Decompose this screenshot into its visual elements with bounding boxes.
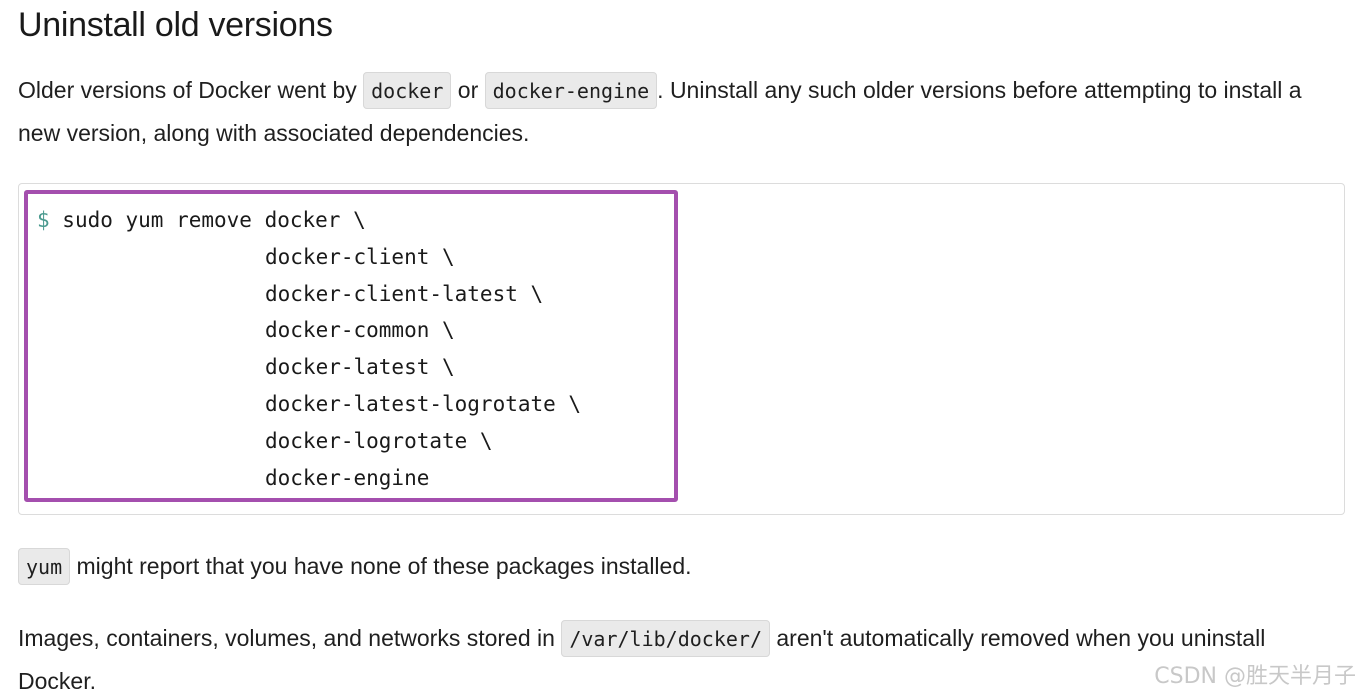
code-line: docker-logrotate \: [37, 423, 581, 460]
code-continuation: docker-common \: [265, 318, 455, 343]
section-heading: Uninstall old versions: [18, 6, 333, 44]
inline-code-yum: yum: [18, 548, 71, 585]
code-line: docker-common \: [37, 312, 581, 349]
inline-code-docker-engine: docker-engine: [484, 72, 658, 109]
code-command: sudo yum remove docker \: [49, 208, 366, 232]
intro-paragraph: Older versions of Docker went by docker …: [18, 69, 1348, 154]
code-continuation: docker-latest \: [265, 355, 455, 380]
storage-note-paragraph: Images, containers, volumes, and network…: [18, 617, 1328, 698]
code-line: docker-client \: [37, 239, 581, 276]
code-line: $ sudo yum remove docker \: [37, 202, 581, 239]
code-lines[interactable]: $ sudo yum remove docker \ docker-client…: [37, 202, 581, 496]
code-continuation: docker-logrotate \: [265, 428, 493, 453]
intro-text-before: Older versions of Docker went by: [18, 77, 364, 103]
code-continuation: docker-client-latest \: [265, 281, 544, 306]
yum-note-text: might report that you have none of these…: [70, 553, 692, 579]
code-line: docker-client-latest \: [37, 276, 581, 313]
shell-prompt: $: [37, 208, 50, 232]
storage-text-before: Images, containers, volumes, and network…: [18, 625, 562, 651]
inline-code-docker: docker: [363, 72, 452, 109]
code-line: docker-latest-logrotate \: [37, 386, 581, 423]
code-line: docker-engine: [37, 460, 581, 497]
code-block[interactable]: $ sudo yum remove docker \ docker-client…: [18, 183, 1345, 515]
code-continuation: docker-client \: [265, 244, 455, 269]
inline-code-path: /var/lib/docker/: [561, 620, 770, 657]
yum-note-paragraph: yum might report that you have none of t…: [18, 545, 692, 588]
code-continuation: docker-latest-logrotate \: [265, 391, 582, 416]
intro-text-or: or: [451, 77, 485, 103]
code-line: docker-latest \: [37, 349, 581, 386]
watermark: CSDN @胜天半月子: [1154, 664, 1356, 689]
code-continuation: docker-engine: [265, 465, 430, 490]
